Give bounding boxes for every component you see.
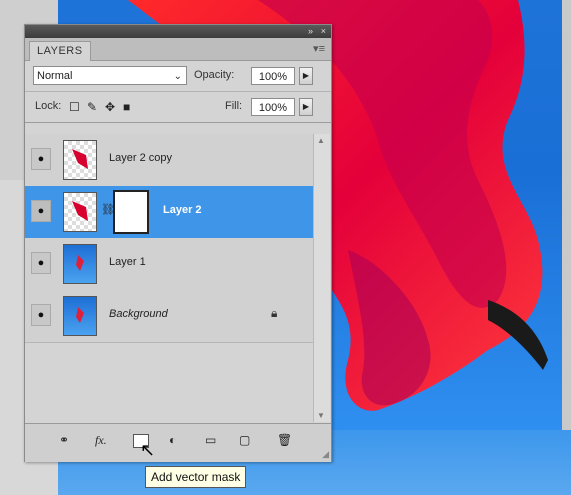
layer-row-layer-1[interactable]: ● Layer 1 <box>25 238 313 291</box>
opacity-arrow-button[interactable]: ▶ <box>299 67 313 85</box>
chevron-down-icon: ⌄ <box>173 71 182 82</box>
layer-name: Layer 1 <box>109 256 146 268</box>
layer-row-layer-2[interactable]: ● ⛓ Layer 2 <box>25 186 313 239</box>
new-group-icon[interactable]: ▭ <box>205 433 216 447</box>
layer-row-layer-2-copy[interactable]: ● Layer 2 copy <box>25 134 313 187</box>
tab-layers[interactable]: LAYERS <box>29 41 91 61</box>
close-icon[interactable]: × <box>321 26 326 36</box>
layer-mask-thumbnail[interactable] <box>113 190 149 234</box>
opacity-field[interactable]: 100% <box>251 67 295 85</box>
blend-mode-value: Normal <box>37 70 73 82</box>
layer-thumbnail <box>63 140 97 180</box>
lock-transparent-icon[interactable]: ☐ <box>69 100 80 114</box>
lock-label: Lock: <box>35 100 62 112</box>
layer-row-background[interactable]: ● Background 🔒︎ <box>25 290 313 343</box>
new-layer-icon[interactable]: ▢ <box>239 433 250 447</box>
layer-name: Layer 2 <box>163 204 202 216</box>
lock-fill-row: Lock: ☐ ✎ ✥ ■ Fill: 100% ▶ <box>25 92 331 123</box>
tooltip: Add vector mask <box>145 466 247 488</box>
collapse-icon[interactable]: » <box>308 26 313 36</box>
panel-tab-row: LAYERS ▾≡ <box>25 38 331 61</box>
blend-opacity-row: Normal ⌄ Opacity: 100% ▶ <box>25 61 331 92</box>
panel-menu-icon[interactable]: ▾≡ <box>313 42 325 55</box>
layers-scrollbar[interactable]: ▲ ▼ <box>313 134 330 422</box>
opacity-label: Opacity: <box>194 69 235 81</box>
fill-label: Fill: <box>225 100 243 112</box>
layer-name: Background <box>109 308 168 320</box>
visibility-eye-icon[interactable]: ● <box>31 200 51 222</box>
layers-list: ● Layer 2 copy ● ⛓ Layer 2 ● Layer 1 ● B… <box>25 134 313 422</box>
layers-panel: » × LAYERS ▾≡ Normal ⌄ Opacity: 100% ▶ L… <box>24 24 332 462</box>
fill-arrow-button[interactable]: ▶ <box>299 98 313 116</box>
lock-icon: 🔒︎ <box>271 306 278 320</box>
fx-icon[interactable]: fx. <box>95 433 107 448</box>
layers-bottom-toolbar: ⚭ fx. ◐ ▭ ▢ 🗑︎ ◢ <box>25 423 331 462</box>
visibility-eye-icon[interactable]: ● <box>31 148 51 170</box>
panel-titlebar[interactable]: » × <box>25 25 331 38</box>
delete-layer-icon[interactable]: 🗑︎ <box>277 433 292 447</box>
visibility-eye-icon[interactable]: ● <box>31 304 51 326</box>
link-layers-icon[interactable]: ⚭ <box>59 433 69 447</box>
adjustment-layer-icon[interactable]: ◐ <box>169 433 176 447</box>
visibility-eye-icon[interactable]: ● <box>31 252 51 274</box>
blend-mode-select[interactable]: Normal ⌄ <box>33 66 187 85</box>
resize-grip-icon[interactable]: ◢ <box>322 449 329 460</box>
lock-all-icon[interactable]: ■ <box>123 100 130 114</box>
layer-name: Layer 2 copy <box>109 152 172 164</box>
mouse-cursor-icon: ↖ <box>140 440 156 460</box>
scroll-down-icon[interactable]: ▼ <box>317 411 325 420</box>
lock-position-icon[interactable]: ✥ <box>105 100 115 114</box>
fill-field[interactable]: 100% <box>251 98 295 116</box>
layer-thumbnail <box>63 244 97 284</box>
scroll-up-icon[interactable]: ▲ <box>317 136 325 145</box>
canvas-right-edge <box>562 0 571 430</box>
lock-image-icon[interactable]: ✎ <box>87 100 97 114</box>
layer-thumbnail <box>63 296 97 336</box>
layer-thumbnail <box>63 192 97 232</box>
